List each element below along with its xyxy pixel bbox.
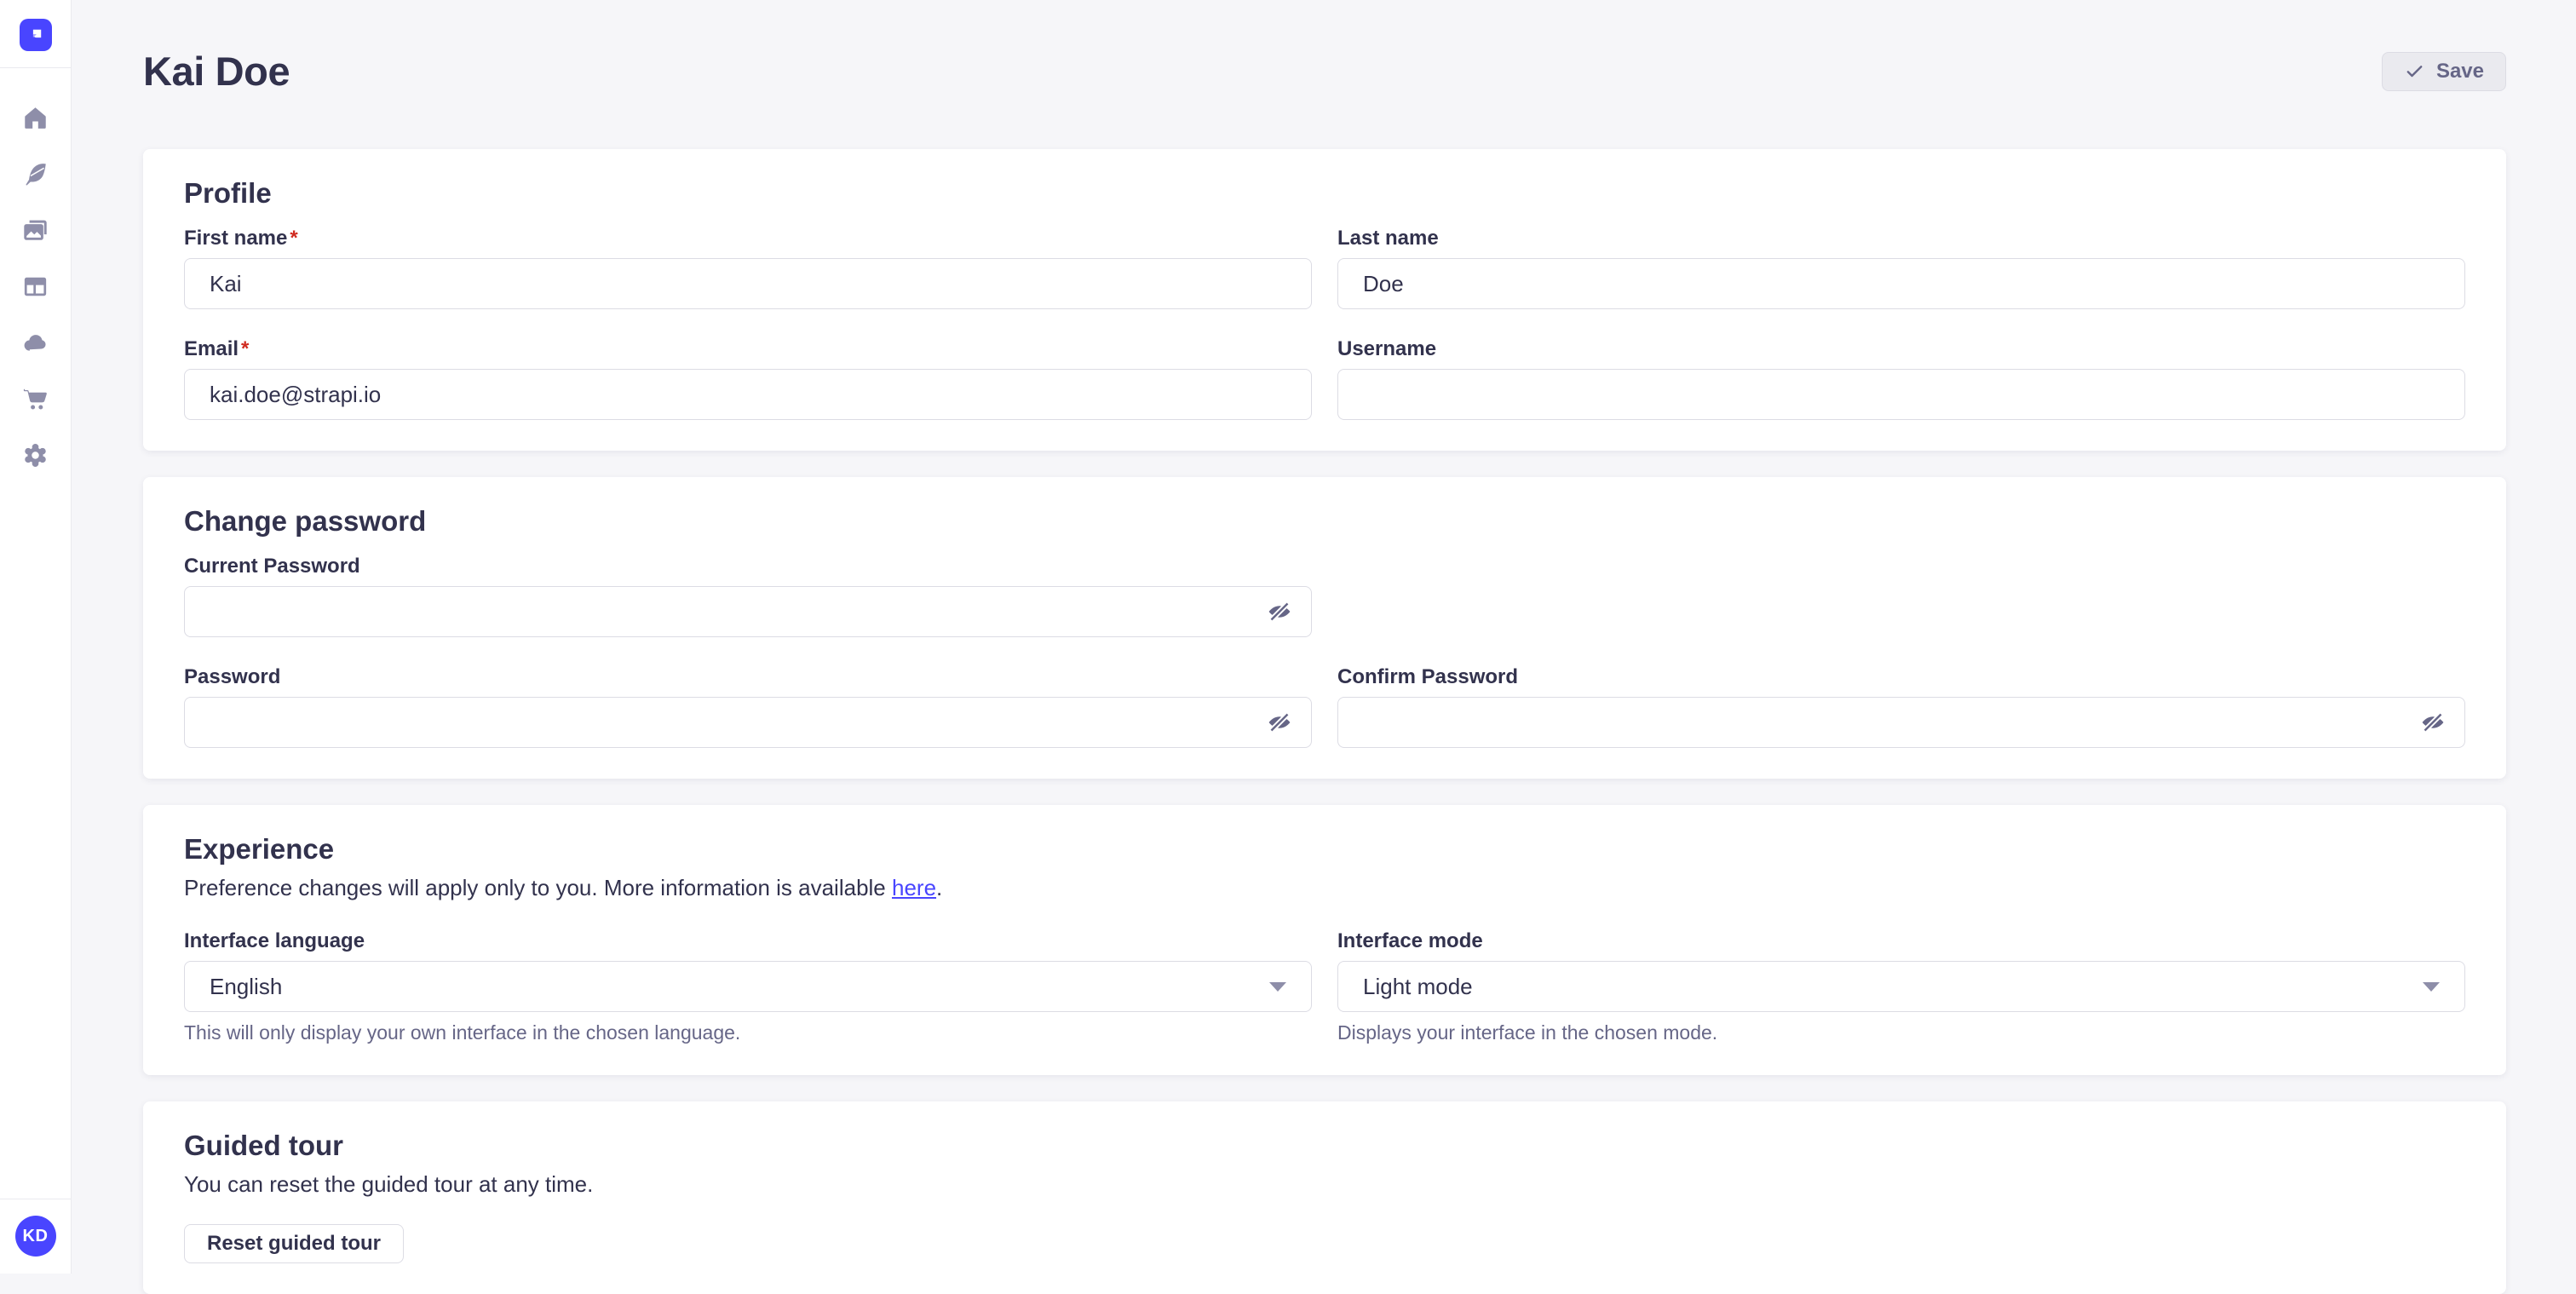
interface-mode-hint: Displays your interface in the chosen mo… xyxy=(1337,1021,2465,1044)
check-icon xyxy=(2404,60,2425,82)
email-label: Email* xyxy=(184,337,1312,361)
sidebar-divider-top xyxy=(0,67,71,68)
experience-title: Experience xyxy=(184,833,2465,866)
password-grid-spacer xyxy=(1337,555,2465,637)
sidebar-item-content-manager[interactable] xyxy=(21,159,50,188)
layout-icon xyxy=(21,273,49,301)
last-name-field: Last name xyxy=(1337,227,2465,309)
password-visibility-toggle[interactable] xyxy=(1267,710,1292,735)
eye-slash-icon xyxy=(2420,725,2446,738)
eye-slash-icon xyxy=(1267,725,1292,738)
first-name-input[interactable] xyxy=(184,258,1312,309)
cards-stack: Profile First name* Last name Email* Use… xyxy=(143,149,2506,1294)
save-button[interactable]: Save xyxy=(2382,52,2506,91)
feather-icon xyxy=(21,160,49,188)
interface-mode-value: Light mode xyxy=(1363,974,1473,1000)
interface-mode-label: Interface mode xyxy=(1337,929,2465,953)
sidebar-bottom: KD xyxy=(0,1199,71,1274)
chevron-down-icon xyxy=(1269,982,1286,992)
here-link[interactable]: here xyxy=(892,875,936,900)
sidebar-item-settings[interactable] xyxy=(21,440,50,469)
username-field: Username xyxy=(1337,337,2465,420)
required-asterisk: * xyxy=(241,337,249,360)
password-fields-grid: Current Password xyxy=(184,555,2465,748)
sidebar-item-deploy[interactable] xyxy=(21,328,50,357)
email-input[interactable] xyxy=(184,369,1312,420)
chevron-down-icon xyxy=(2423,982,2440,992)
avatar[interactable]: KD xyxy=(15,1216,56,1257)
last-name-label: Last name xyxy=(1337,227,2465,250)
confirm-password-field: Confirm Password xyxy=(1337,665,2465,748)
images-icon xyxy=(21,216,49,244)
first-name-field: First name* xyxy=(184,227,1312,309)
sidebar-item-marketplace[interactable] xyxy=(21,384,50,413)
experience-fields-grid: Interface language English This will onl… xyxy=(184,929,2465,1044)
current-password-input[interactable] xyxy=(184,586,1312,637)
cloud-icon xyxy=(21,329,49,357)
home-icon xyxy=(21,104,49,132)
strapi-logo-icon xyxy=(26,26,45,44)
interface-language-label: Interface language xyxy=(184,929,1312,953)
page-title: Kai Doe xyxy=(143,48,290,95)
username-label: Username xyxy=(1337,337,2465,361)
change-password-card: Change password Current Password xyxy=(143,477,2506,779)
current-password-label: Current Password xyxy=(184,555,1312,578)
first-name-label: First name* xyxy=(184,227,1312,250)
interface-language-select[interactable]: English xyxy=(184,961,1312,1012)
last-name-input[interactable] xyxy=(1337,258,2465,309)
sidebar-item-content-type-builder[interactable] xyxy=(21,272,50,301)
confirm-password-input[interactable] xyxy=(1337,697,2465,748)
confirm-password-visibility-toggle[interactable] xyxy=(2420,710,2446,735)
confirm-password-label: Confirm Password xyxy=(1337,665,2465,689)
guided-tour-title: Guided tour xyxy=(184,1130,2465,1162)
interface-language-hint: This will only display your own interfac… xyxy=(184,1021,1312,1044)
experience-description: Preference changes will apply only to yo… xyxy=(184,874,2465,902)
sidebar-item-home[interactable] xyxy=(21,103,50,132)
profile-fields-grid: First name* Last name Email* Username xyxy=(184,227,2465,420)
sidebar-nav xyxy=(21,103,50,469)
sidebar: KD xyxy=(0,0,72,1274)
profile-card: Profile First name* Last name Email* Use… xyxy=(143,149,2506,451)
sidebar-item-media-library[interactable] xyxy=(21,216,50,244)
change-password-title: Change password xyxy=(184,505,2465,538)
interface-mode-field: Interface mode Light mode Displays your … xyxy=(1337,929,2465,1044)
current-password-visibility-toggle[interactable] xyxy=(1267,599,1292,624)
guided-tour-card: Guided tour You can reset the guided tou… xyxy=(143,1101,2506,1294)
username-input[interactable] xyxy=(1337,369,2465,420)
interface-mode-select[interactable]: Light mode xyxy=(1337,961,2465,1012)
strapi-logo-button[interactable] xyxy=(20,19,52,51)
password-label: Password xyxy=(184,665,1312,689)
current-password-field: Current Password xyxy=(184,555,1312,637)
required-asterisk: * xyxy=(290,227,297,250)
profile-card-title: Profile xyxy=(184,177,2465,210)
password-input[interactable] xyxy=(184,697,1312,748)
cart-icon xyxy=(21,385,49,413)
interface-language-field: Interface language English This will onl… xyxy=(184,929,1312,1044)
email-field: Email* xyxy=(184,337,1312,420)
main-content: Kai Doe Save Profile First name* Last na… xyxy=(72,0,2576,1274)
save-button-label: Save xyxy=(2436,60,2484,83)
reset-guided-tour-button[interactable]: Reset guided tour xyxy=(184,1224,404,1263)
experience-card: Experience Preference changes will apply… xyxy=(143,805,2506,1075)
interface-language-value: English xyxy=(210,974,282,1000)
eye-slash-icon xyxy=(1267,614,1292,627)
gear-icon xyxy=(21,441,49,469)
guided-tour-description: You can reset the guided tour at any tim… xyxy=(184,1170,2465,1199)
password-field: Password xyxy=(184,665,1312,748)
page-header: Kai Doe Save xyxy=(143,48,2506,95)
